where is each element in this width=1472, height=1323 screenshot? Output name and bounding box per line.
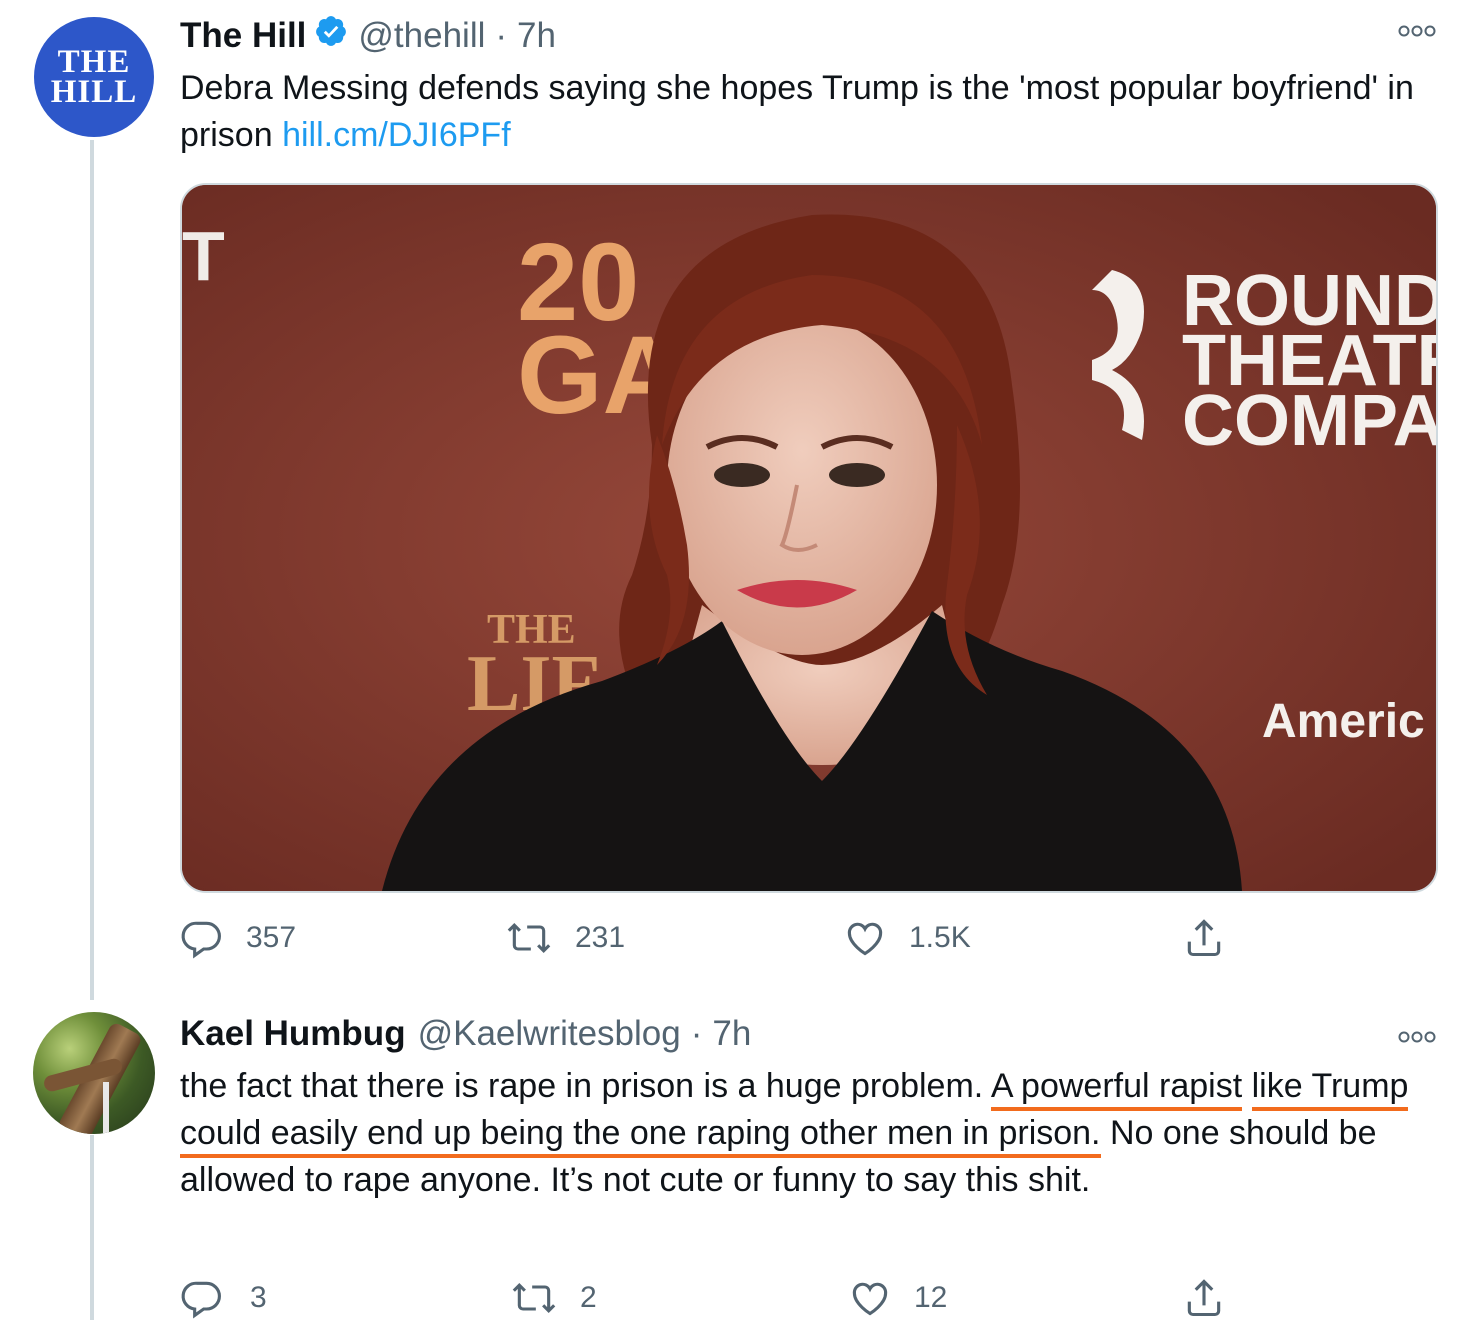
backdrop-text-america: Americ (1262, 695, 1425, 748)
kael-humbug-avatar[interactable] (33, 1012, 155, 1134)
author-handle[interactable]: @Kaelwritesblog (418, 1014, 681, 1054)
more-icon[interactable] (1398, 1028, 1436, 1049)
author-name[interactable]: Kael Humbug (180, 1014, 406, 1054)
like-button[interactable]: 12 (848, 1276, 947, 1320)
reply-icon (181, 921, 221, 959)
share-icon (1187, 919, 1221, 957)
tweet-text: Debra Messing defends saying she hopes T… (180, 69, 1414, 154)
thread-line (90, 1135, 94, 1320)
like-icon (847, 922, 883, 956)
retweet-icon (507, 922, 551, 954)
backdrop-text-t: T (182, 217, 225, 295)
share-button[interactable] (1182, 1276, 1226, 1320)
like-button[interactable]: 1.5K (843, 916, 971, 960)
reply-button[interactable]: 3 (180, 1276, 267, 1320)
the-hill-avatar[interactable]: THE HILL (34, 17, 154, 137)
reply-button[interactable]: 357 (180, 916, 296, 960)
more-icon[interactable] (1398, 22, 1436, 43)
tweet-actions: 3 2 12 (180, 1273, 1280, 1323)
reply-icon (181, 1281, 221, 1319)
article-link[interactable]: hill.cm/DJI6PFf (282, 116, 511, 154)
author-name[interactable]: The Hill (180, 16, 306, 56)
reply-text: the fact that there is rape in prison is… (180, 1067, 1409, 1199)
timestamp[interactable]: 7h (712, 1014, 751, 1054)
verified-icon (314, 14, 348, 57)
tweet-the-hill[interactable]: THE HILL The Hill @thehill · 7h Debra Me… (0, 0, 1472, 1000)
share-button[interactable] (1182, 916, 1226, 960)
retweet-icon (512, 1282, 556, 1314)
tweet-actions: 357 231 1.5K (180, 913, 1280, 963)
tweet-header: The Hill @thehill · 7h (180, 14, 556, 57)
retweet-button[interactable]: 2 (510, 1276, 597, 1320)
retweet-button[interactable]: 231 (505, 916, 625, 960)
backdrop-text-compan: COMPAN (1182, 381, 1436, 461)
tweet-image[interactable]: T 20 GA THE LIF ROUND THEATRE COMPAN Ame… (180, 183, 1438, 893)
underlined-text: A powerful rapist (990, 1067, 1243, 1111)
timestamp[interactable]: 7h (517, 16, 556, 56)
author-handle[interactable]: @thehill (358, 16, 485, 56)
share-icon (1187, 1279, 1221, 1317)
thread-line (90, 140, 94, 1000)
tweet-header: Kael Humbug @Kaelwritesblog · 7h (180, 1014, 752, 1054)
like-icon (852, 1282, 888, 1316)
